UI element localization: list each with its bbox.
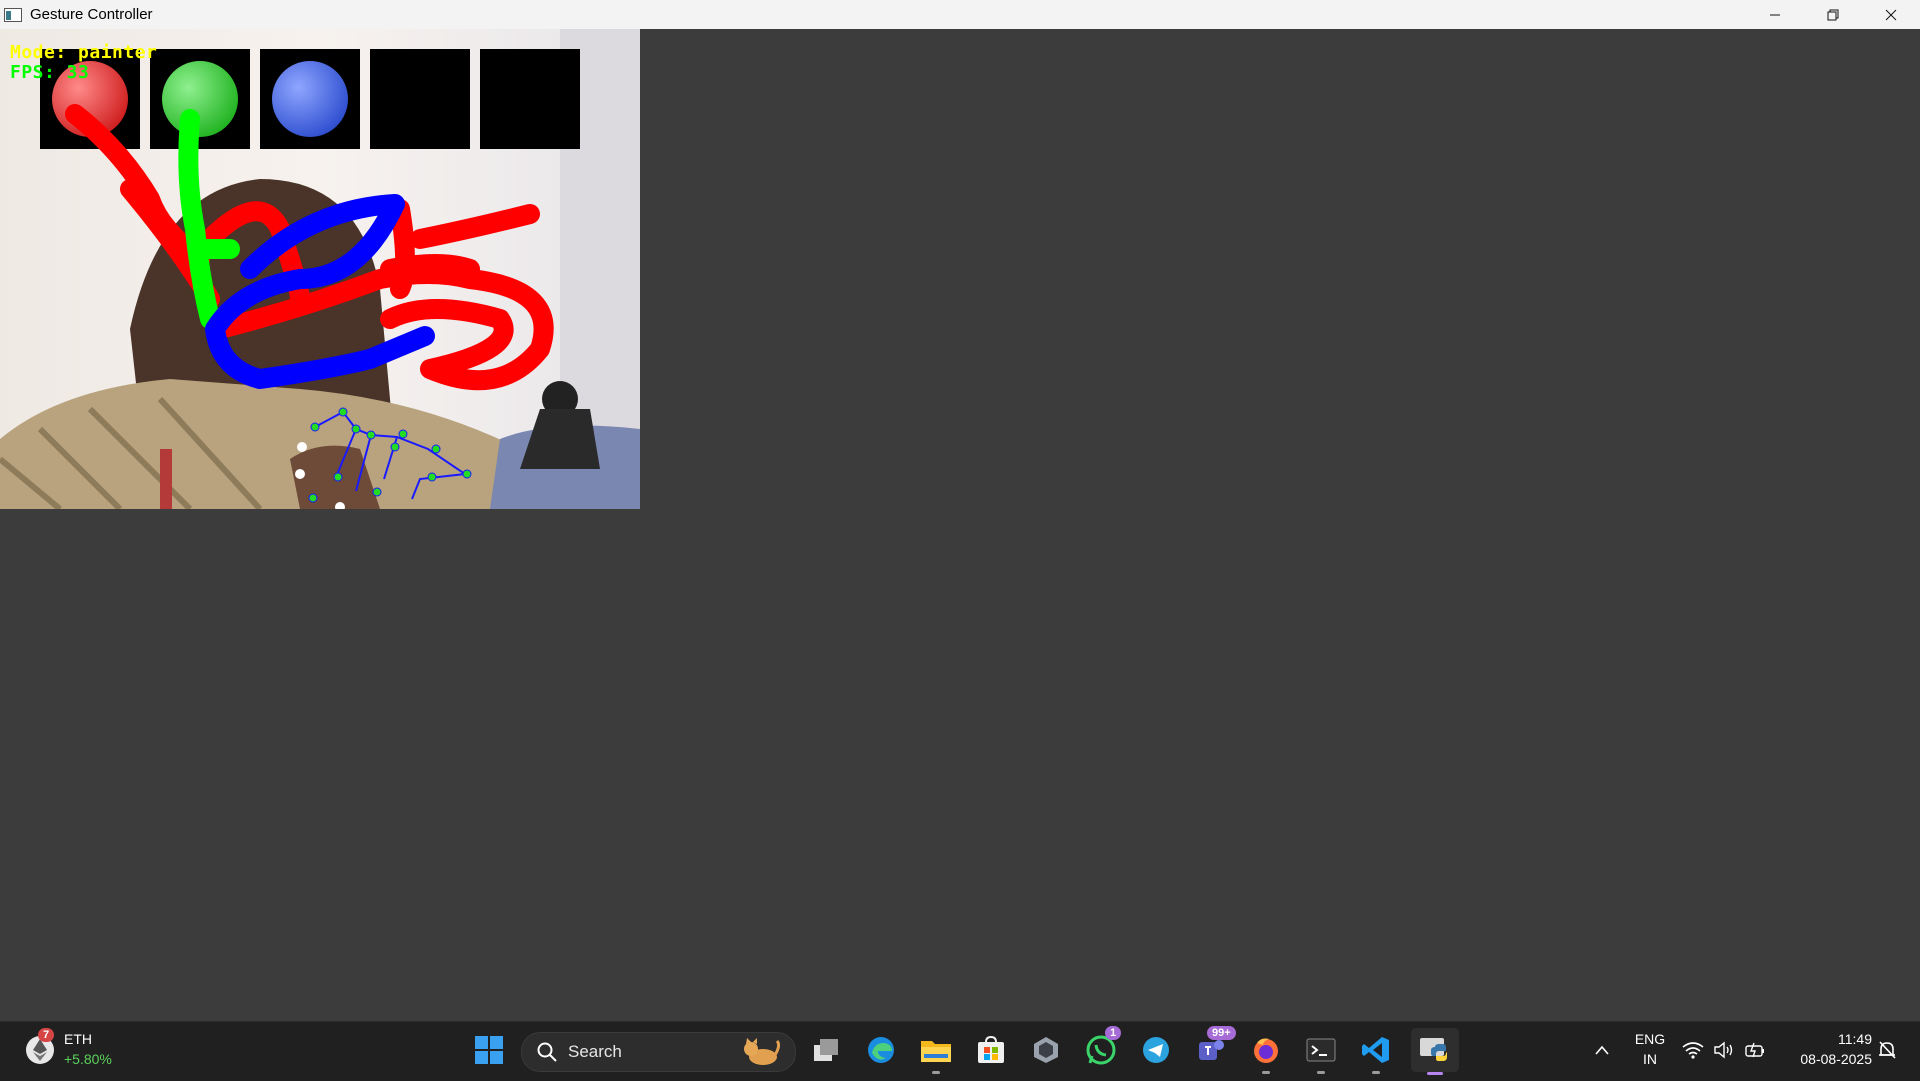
search-icon [537, 1042, 557, 1062]
fps-text: FPS: 33 [10, 62, 90, 83]
restore-icon [1827, 9, 1839, 20]
windows-start-icon [475, 1036, 503, 1064]
app-content-area: Mode: painter FPS: 33 [0, 29, 1920, 1021]
widget-change: +5.80% [64, 1051, 112, 1067]
window-titlebar: Gesture Controller [0, 0, 1920, 29]
edge-icon [868, 1037, 894, 1063]
whatsapp-badge: 1 [1105, 1026, 1122, 1040]
store-button[interactable] [971, 1030, 1011, 1070]
vscode-button[interactable] [1356, 1030, 1396, 1074]
running-indicator [1262, 1071, 1270, 1074]
camera-frame [0, 29, 640, 509]
widget-badge: 7 [38, 1028, 55, 1042]
store-icon [978, 1035, 1004, 1063]
telegram-icon [1143, 1037, 1169, 1063]
clock-date: 08-08-2025 [1800, 1051, 1872, 1067]
running-indicator [1317, 1071, 1325, 1074]
show-hidden-icons-button[interactable] [1582, 1030, 1622, 1070]
battery-charging-icon [1745, 1042, 1764, 1058]
language-indicator[interactable]: ENG IN [1630, 1031, 1670, 1071]
python-button[interactable] [1411, 1028, 1459, 1075]
folder-icon [921, 1041, 951, 1062]
clock[interactable]: 11:49 08-08-2025 [1782, 1031, 1872, 1071]
window-title: Gesture Controller [30, 6, 153, 23]
palette-color-blue [272, 61, 348, 137]
edge-button[interactable] [861, 1030, 901, 1070]
file-explorer-button[interactable] [916, 1030, 956, 1074]
wifi-button[interactable] [1678, 1030, 1708, 1070]
restore-button[interactable] [1804, 0, 1862, 29]
task-view-button[interactable] [806, 1030, 846, 1070]
wifi-icon [1682, 1042, 1704, 1059]
volume-button[interactable] [1709, 1030, 1739, 1070]
stock-widget-icon[interactable]: 7 [20, 1028, 60, 1070]
running-indicator [932, 1071, 940, 1074]
color-palette [40, 49, 580, 149]
chevron-up-icon [1595, 1045, 1609, 1055]
battery-button[interactable] [1740, 1030, 1770, 1070]
notifications-button[interactable] [1872, 1030, 1902, 1070]
taskbar-search[interactable]: Search [521, 1032, 796, 1072]
volume-icon [1714, 1041, 1733, 1059]
mode-text: Mode: painter [10, 42, 158, 63]
teams-button[interactable]: 99+ [1191, 1026, 1236, 1070]
python-icon [1420, 1038, 1447, 1061]
clock-time: 11:49 [1838, 1031, 1872, 1047]
app-icon [4, 7, 22, 22]
minimize-icon [1770, 14, 1780, 15]
close-icon [1885, 9, 1897, 20]
palette-swatch-empty-1[interactable] [370, 49, 470, 149]
active-indicator [1427, 1072, 1443, 1075]
region-text: IN [1643, 1051, 1657, 1067]
palette-color-green [162, 61, 238, 137]
notification-bell-icon [1879, 1041, 1896, 1059]
terminal-icon [1306, 1038, 1336, 1062]
taskbar: 7 ETH +5.80% Search 1 99+ ENG IN 11:49 0… [0, 1021, 1920, 1081]
running-indicator [1372, 1071, 1380, 1074]
start-button[interactable] [469, 1030, 509, 1070]
whatsapp-button[interactable]: 1 [1081, 1026, 1122, 1070]
task-view-icon [814, 1039, 838, 1061]
search-highlight-cat-icon [744, 1038, 781, 1065]
language-text: ENG [1634, 1031, 1666, 1047]
close-button[interactable] [1862, 0, 1920, 29]
minimize-button[interactable] [1746, 0, 1804, 29]
cube-icon [1034, 1037, 1058, 1063]
widget-ticker: ETH [64, 1031, 92, 1047]
telegram-button[interactable] [1136, 1030, 1176, 1070]
camera-feed[interactable]: Mode: painter FPS: 33 [0, 29, 640, 509]
palette-swatch-empty-2[interactable] [480, 49, 580, 149]
vscode-icon [1362, 1037, 1389, 1063]
teams-badge: 99+ [1207, 1026, 1236, 1040]
firefox-icon [1254, 1038, 1278, 1063]
unity-button[interactable] [1026, 1030, 1066, 1070]
search-placeholder: Search [568, 1042, 622, 1061]
terminal-button[interactable] [1301, 1030, 1341, 1074]
firefox-button[interactable] [1246, 1030, 1286, 1074]
